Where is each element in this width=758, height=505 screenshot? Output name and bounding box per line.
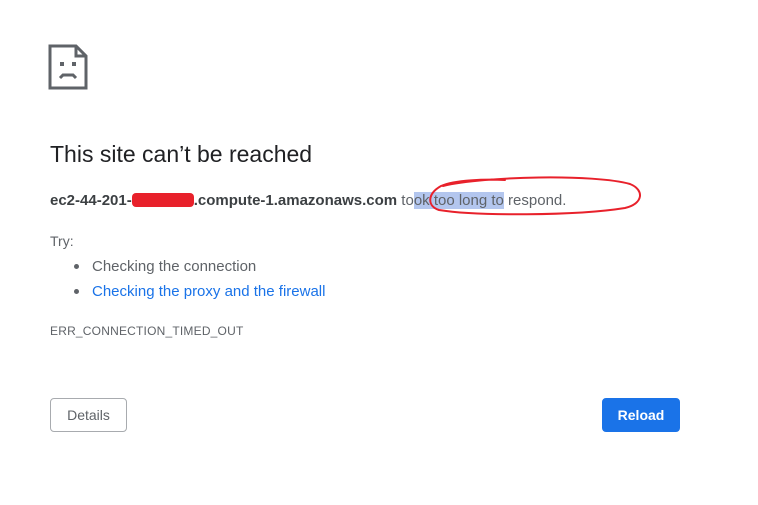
suggestion-check-proxy[interactable]: Checking the proxy and the firewall [74,281,325,306]
error-page: This site can’t be reached ec2-44-201- .c… [0,0,758,505]
reload-button[interactable]: Reload [602,398,680,432]
sad-page-icon [48,44,88,90]
details-button[interactable]: Details [50,398,127,432]
error-message: ec2-44-201- .compute-1.amazonaws.com took… [50,191,566,211]
bullet-icon [74,264,79,269]
message-start: to [397,192,414,209]
try-label: Try: [50,233,74,249]
redaction-mark [131,193,194,207]
page-title: This site can’t be reached [50,141,313,167]
host-prefix: ec2-44-201- [50,192,132,209]
suggestion-list: Checking the connection Checking the pro… [74,256,325,306]
selected-text: ok too long to [413,192,504,209]
suggestion-check-connection: Checking the connection [74,256,325,281]
message-end: respond. [503,192,567,209]
bullet-icon [74,289,79,294]
suggestion-text: Checking the connection [92,258,257,275]
check-proxy-link[interactable]: Checking the proxy and the firewall [92,283,325,300]
host-name: ec2-44-201- .compute-1.amazonaws.com [50,192,397,209]
error-code: ERR_CONNECTION_TIMED_OUT [50,324,244,338]
host-suffix: .compute-1.amazonaws.com [193,192,398,209]
